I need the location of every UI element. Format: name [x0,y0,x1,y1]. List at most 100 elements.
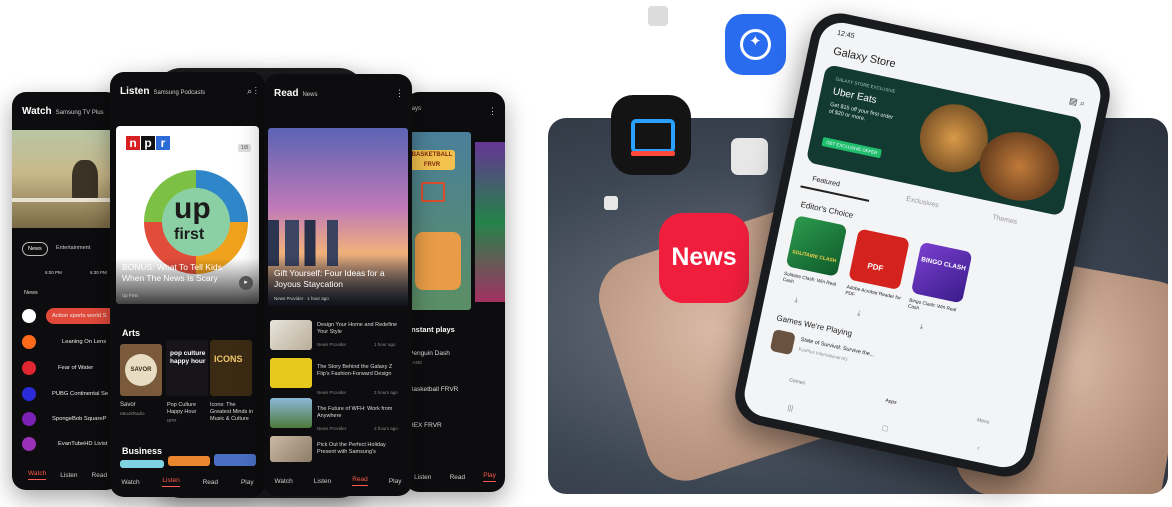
channel-program-5[interactable]: SpongeBob SquareP [52,416,106,422]
channel-program-3[interactable]: Fear of Water [58,365,93,371]
tab-read[interactable]: Read [203,479,219,486]
savor-emblem: SAVOR [125,354,157,386]
business-cover-2[interactable] [168,456,210,466]
article-title-3[interactable]: The Future of WFH: Work from Anywhere [317,406,405,420]
samsung-news-app-icon[interactable]: News [659,213,749,303]
download-icon-3[interactable]: ⤓ [919,323,923,331]
article-source-3: News Provider [317,426,347,431]
promo-offer-button[interactable]: GET EXCLUSIVE OFFER [821,137,883,159]
channel-program-6[interactable]: EvanTubeHD Livist [58,441,107,447]
article-title-4[interactable]: Pick Out the Perfect Holiday Present wit… [317,442,405,456]
game-penguin-dash[interactable]: Penguin Dash [409,350,450,358]
read-more-icon[interactable]: ⋮ [395,88,404,99]
article-thumb-1[interactable] [270,320,312,350]
tab-listen[interactable]: Listen [60,472,77,479]
app-icon-adobe-acrobat[interactable]: PDF [848,228,910,291]
search-icon[interactable]: ⌕ [1079,98,1086,109]
article-thumb-2[interactable] [270,358,312,388]
promo-banner[interactable]: GALAXY STORE EXCLUSIVE Uber Eats Get $15… [805,64,1083,217]
business-cover-3[interactable] [214,454,256,466]
app-icon-bingo-clash[interactable]: BINGO CLASH [910,241,973,304]
play-hero-tile[interactable]: BASKETBALL FRVR [407,132,471,310]
tab-read[interactable]: Read [450,474,466,481]
podcast-cover-savor[interactable]: SAVOR [120,344,162,396]
download-icon-1[interactable]: ⤓ [794,297,798,305]
game-basketball-frvr[interactable]: Basketball FRVR [409,386,458,394]
more-icon[interactable]: ⋮ [255,86,257,96]
channel-logo-2[interactable] [22,335,36,349]
store-tab-exclusives[interactable]: Exclusives [905,196,939,210]
npr-logo: n p r [126,136,170,150]
nav-apps[interactable]: Apps [885,398,897,406]
tab-listen[interactable]: Listen [414,474,431,481]
search-icon[interactable]: ⌕ [247,86,252,96]
podcast-title-icons: Icons: The Greatest Minds in Music & Cul… [210,402,254,422]
channel-logo-4[interactable] [22,387,36,401]
play-section-instant: Instant plays [409,325,455,334]
channel-logo-3[interactable] [22,361,36,375]
tab-watch[interactable]: Watch [121,479,139,486]
recent-apps-icon[interactable]: ||| [787,404,794,412]
listen-section-business: Business [122,446,163,456]
read-hero-image[interactable]: Gift Yourself: Four Ideas for a Joyous S… [268,128,408,306]
store-tab-themes[interactable]: Themes [992,214,1018,226]
watch-time-1: 6:00 PM [45,270,62,275]
hoop-image [421,182,445,202]
channel-program-1[interactable]: Action sports world S [52,313,106,319]
read-header: Read News [274,88,317,99]
play-button-icon[interactable]: ▸ [239,276,253,290]
watch-chip-entertainment[interactable]: Entertainment [56,242,90,254]
article-title-1[interactable]: Design Your Home and Redefine Your Style [317,322,405,336]
tab-listen[interactable]: Listen [162,477,180,487]
podcast-cover-pop-culture[interactable]: pop culture happy hour [166,340,208,396]
channel-program-2[interactable]: Leaning On Lens [62,339,106,345]
tab-play[interactable]: Play [389,478,402,485]
article-time-2: 3 hours ago [374,390,398,395]
tab-read[interactable]: Read [352,476,368,486]
podcast-meta-savor: eBookRadio [120,411,145,416]
play-tab-bar: Listen Read Play [405,462,505,492]
watch-tab-bar: Watch Listen Read [12,460,120,490]
watch-chip-news[interactable]: News [22,242,48,256]
download-icon-2[interactable]: ⤓ [856,310,861,318]
home-icon[interactable]: ▢ [881,424,889,433]
downloads-icon[interactable]: ▤ [1068,95,1078,107]
channel-logo-6[interactable] [22,437,36,451]
article-time-1: 1 hour ago [374,342,396,347]
channel-program-4[interactable]: PUBG Continental Se [52,391,108,397]
article-time-3: 3 hours ago [374,426,398,431]
article-source-2: News Provider [317,390,347,395]
podcast-title-savor: Savor [120,402,136,408]
channel-logo-5[interactable] [22,412,36,426]
podcast-hero[interactable]: n p r 1/8 up first BONUS: What To Tell K… [116,126,259,304]
watch-title: Watch [22,106,52,117]
nav-games[interactable]: Games [789,377,806,386]
tab-play[interactable]: Play [483,472,496,482]
bingo-label: BINGO CLASH [920,256,967,273]
samsung-tv-plus-app-icon[interactable] [611,95,691,175]
article-title-2[interactable]: The Story Behind the Galaxy Z Flip's Fas… [317,364,405,378]
read-hero-title[interactable]: Gift Yourself: Four Ideas for a Joyous S… [274,268,400,290]
tab-play[interactable]: Play [241,479,254,486]
game-hex-frvr[interactable]: HEX FRVR [409,422,442,430]
article-thumb-3[interactable] [270,398,312,428]
article-thumb-4[interactable] [270,436,312,462]
app-icon-solitaire-clash[interactable]: SOLITAIRE CLASH [785,215,848,277]
podcast-cover-icons[interactable]: ICONS [210,340,252,396]
store-tab-featured[interactable]: Featured [812,176,841,189]
game-thumb-state-of-survival[interactable] [769,329,796,356]
tab-listen[interactable]: Listen [314,478,331,485]
channel-logo-1[interactable] [22,309,36,323]
back-icon[interactable]: ‹ [977,444,981,451]
tab-watch[interactable]: Watch [275,478,293,485]
tab-watch[interactable]: Watch [28,470,47,480]
episode-title[interactable]: BONUS: What To Tell Kids When The News I… [122,262,240,284]
fence-rail [12,198,120,202]
play-more-icon[interactable]: ⋮ [488,106,497,117]
tab-read[interactable]: Read [92,472,108,479]
listen-subtitle: Samsung Podcasts [153,90,206,96]
play-phone: plays ⋮ BASKETBALL FRVR Instant plays Pe… [405,92,505,492]
bixby-app-icon[interactable]: ✦ [725,14,786,75]
nav-menu[interactable]: Menu [976,417,989,425]
basketball-frvr-logo: BASKETBALL FRVR [409,150,455,170]
